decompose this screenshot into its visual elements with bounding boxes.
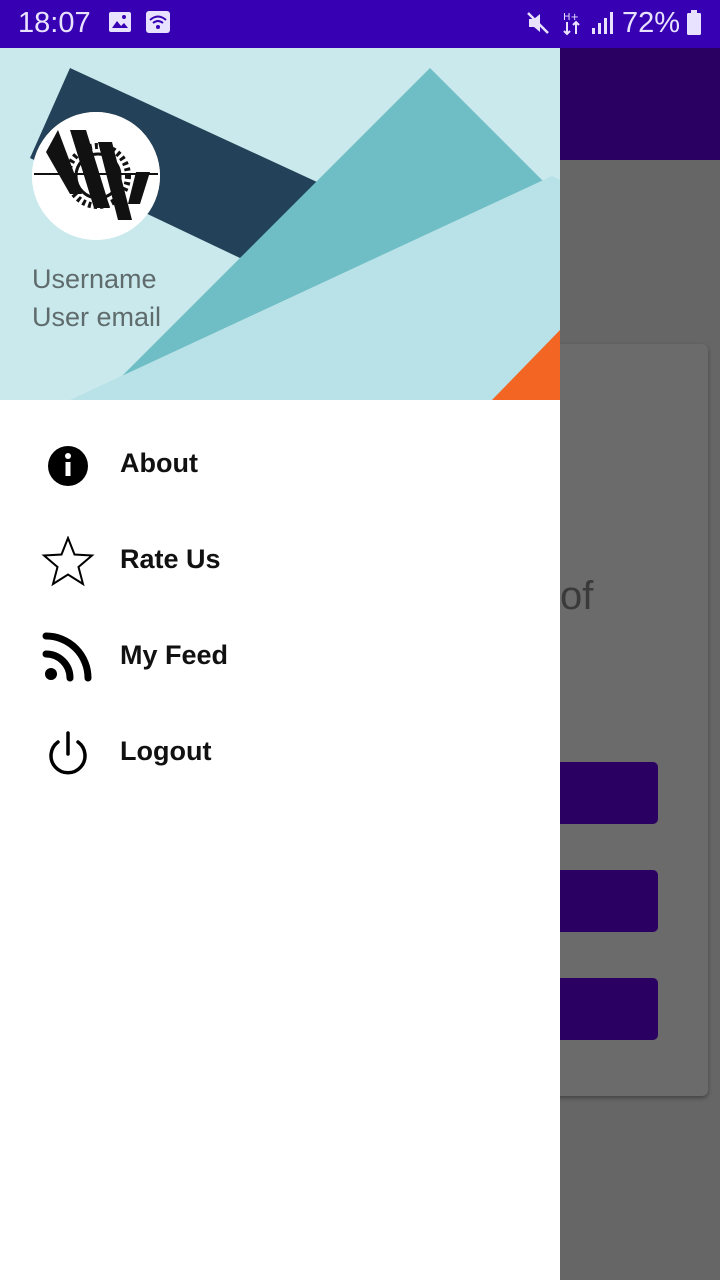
- menu-label-about: About: [120, 448, 198, 478]
- logo-icon: [32, 112, 160, 240]
- image-icon: [108, 10, 132, 39]
- signal-icon: [590, 10, 616, 41]
- menu-item-about[interactable]: About: [0, 416, 560, 512]
- avatar[interactable]: [32, 112, 160, 240]
- wifi-icon: [146, 10, 170, 39]
- drawer-header: Username User email: [0, 48, 560, 400]
- menu-label-my-feed: My Feed: [120, 640, 229, 670]
- power-icon: [40, 728, 96, 780]
- status-bar: 18:07 H+ 72%: [0, 0, 720, 48]
- battery-percent: 72%: [621, 7, 680, 39]
- menu-label-logout: Logout: [120, 736, 212, 766]
- navigation-drawer: Username User email About Rate Us My Fee…: [0, 48, 560, 1280]
- card-text: of: [560, 574, 594, 618]
- menu-label-rate-us: Rate Us: [120, 544, 221, 574]
- menu-item-logout[interactable]: Logout: [0, 704, 560, 800]
- menu-item-my-feed[interactable]: My Feed: [0, 608, 560, 704]
- mute-icon: [526, 10, 550, 41]
- user-name: Username: [32, 264, 157, 294]
- rss-feed-icon: [40, 632, 96, 684]
- menu-item-rate-us[interactable]: Rate Us: [0, 512, 560, 608]
- star-outline-icon: [40, 535, 96, 588]
- battery-icon: [686, 10, 702, 41]
- drawer-menu: About Rate Us My Feed Logout: [0, 416, 560, 800]
- status-time: 18:07: [18, 7, 91, 39]
- info-icon: [40, 440, 96, 492]
- data-arrows-icon: H+: [562, 10, 582, 41]
- user-email: User email: [32, 302, 162, 332]
